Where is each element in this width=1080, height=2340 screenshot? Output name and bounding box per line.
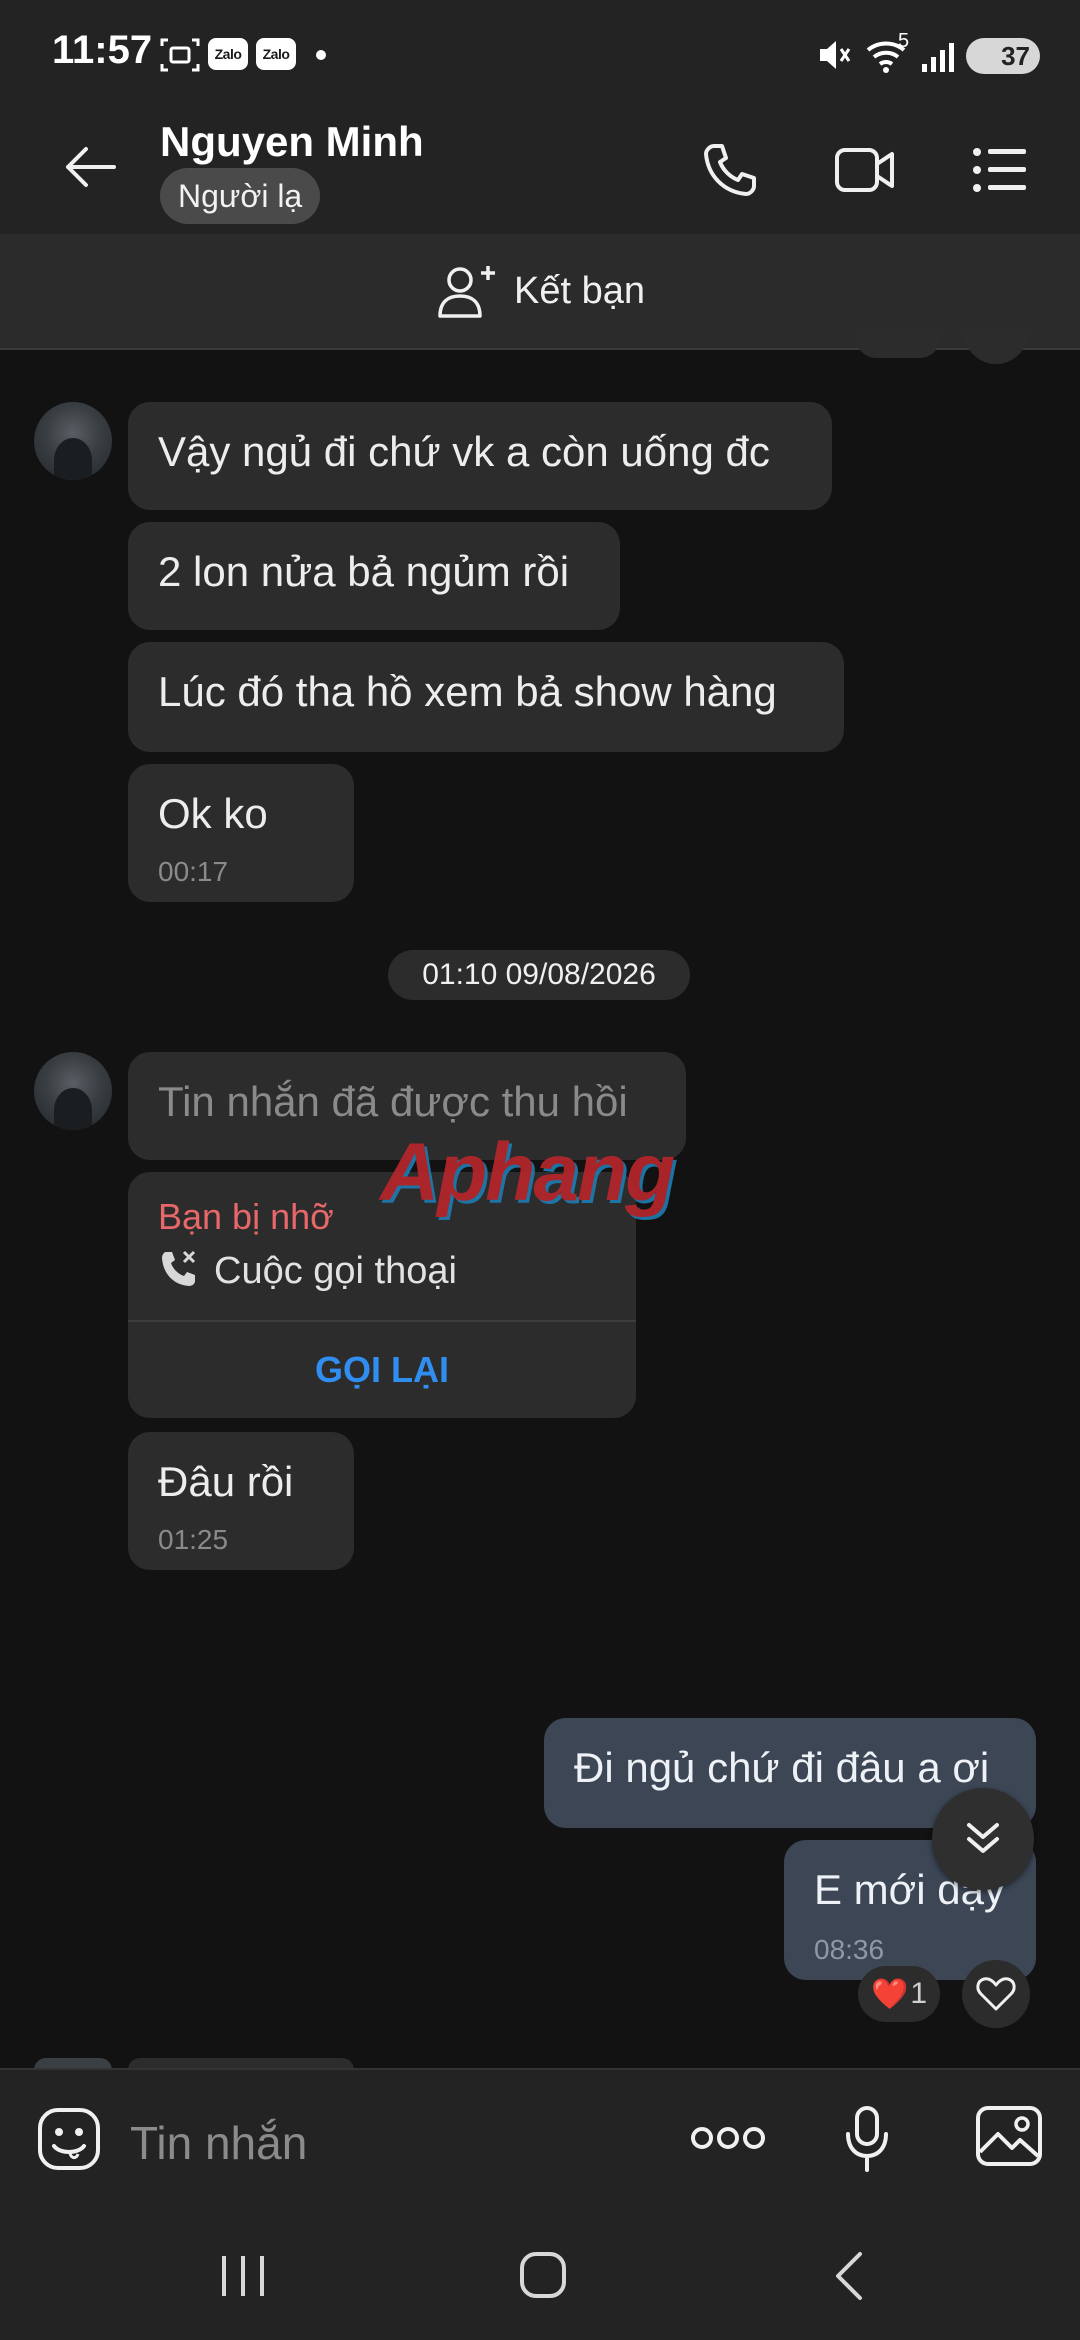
like-button[interactable] — [962, 1960, 1030, 2028]
message-timestamp: 01:25 — [158, 1524, 229, 1555]
missed-call-icon — [162, 1250, 196, 1286]
recalled-text: Tin nhắn đã được thu hồi — [158, 1078, 628, 1125]
battery-indicator: 37 — [966, 38, 1040, 74]
message-text: 2 lon nửa bả ngủm rồi — [158, 548, 570, 595]
date-separator: 01:10 09/08/2026 — [388, 950, 690, 1000]
sticker-emoji-icon[interactable] — [36, 2106, 102, 2172]
more-notifications-dot — [316, 50, 326, 60]
mute-icon — [820, 41, 851, 69]
zalo-notification-icon: Zalo — [256, 38, 296, 70]
message-bubble[interactable]: Lúc đó tha hồ xem bả show hàng — [128, 642, 844, 752]
message-input[interactable] — [128, 2104, 652, 2182]
status-time: 11:57 — [52, 28, 153, 72]
voice-call-icon[interactable] — [700, 140, 760, 200]
heart-outline-icon — [976, 1977, 1016, 2011]
video-call-icon[interactable] — [834, 144, 896, 196]
message-bubble[interactable]: Ok ko 00:17 — [128, 764, 354, 902]
add-friend-icon[interactable] — [436, 262, 500, 320]
message-timestamp: 00:17 — [158, 856, 229, 887]
battery-level: 37 — [1001, 40, 1030, 71]
message-bubble[interactable]: Đâu rồi 01:25 — [128, 1432, 354, 1570]
message-text: Đi ngủ chứ đi đâu a ơi — [574, 1744, 990, 1791]
add-friend-label[interactable]: Kết bạn — [514, 270, 645, 313]
menu-list-icon[interactable] — [972, 146, 1028, 194]
message-text: Lúc đó tha hồ xem bả show hàng — [158, 668, 777, 715]
stranger-badge: Người lạ — [160, 168, 321, 224]
screenshot-icon — [160, 38, 200, 72]
home-icon[interactable] — [518, 2250, 568, 2300]
message-text: Đâu rồi — [158, 1458, 294, 1505]
scroll-to-bottom-button[interactable] — [932, 1788, 1034, 1890]
zalo-notification-icon: Zalo — [208, 38, 248, 70]
partial-reaction-chip — [856, 330, 940, 358]
recent-apps-icon[interactable] — [218, 2254, 268, 2298]
message-text: Vậy ngủ đi chứ vk a còn uống đc — [158, 428, 770, 475]
more-options-icon[interactable] — [690, 2122, 766, 2154]
message-bubble[interactable]: Vậy ngủ đi chứ vk a còn uống đc — [128, 402, 832, 510]
image-gallery-icon[interactable] — [974, 2104, 1044, 2168]
system-back-icon[interactable] — [828, 2250, 868, 2302]
missed-call-type: Cuộc gọi thoại — [214, 1250, 457, 1292]
double-chevron-down-icon — [967, 1823, 999, 1853]
avatar[interactable] — [34, 1052, 112, 1130]
partial-like-button — [964, 330, 1028, 364]
message-text: Ok ko — [158, 790, 268, 837]
contact-name[interactable]: Nguyen Minh — [160, 118, 424, 166]
reaction-count: 1 — [910, 1977, 928, 2010]
message-timestamp: 08:36 — [814, 1934, 885, 1965]
heart-reaction-icon: ❤️ — [870, 1977, 909, 2011]
microphone-icon[interactable] — [842, 2104, 892, 2174]
missed-call-title: Bạn bị nhỡ — [158, 1196, 334, 1237]
avatar[interactable] — [34, 402, 112, 480]
reaction-chip[interactable]: ❤️ 1 — [858, 1966, 940, 2022]
wifi-level: 5 — [898, 30, 910, 52]
message-bubble[interactable]: 2 lon nửa bả ngủm rồi — [128, 522, 620, 630]
call-back-button[interactable]: GỌI LẠI — [128, 1322, 636, 1418]
watermark-logo: Aphang — [380, 1127, 675, 1218]
back-arrow-icon[interactable] — [60, 142, 120, 192]
signal-icon — [922, 43, 954, 72]
